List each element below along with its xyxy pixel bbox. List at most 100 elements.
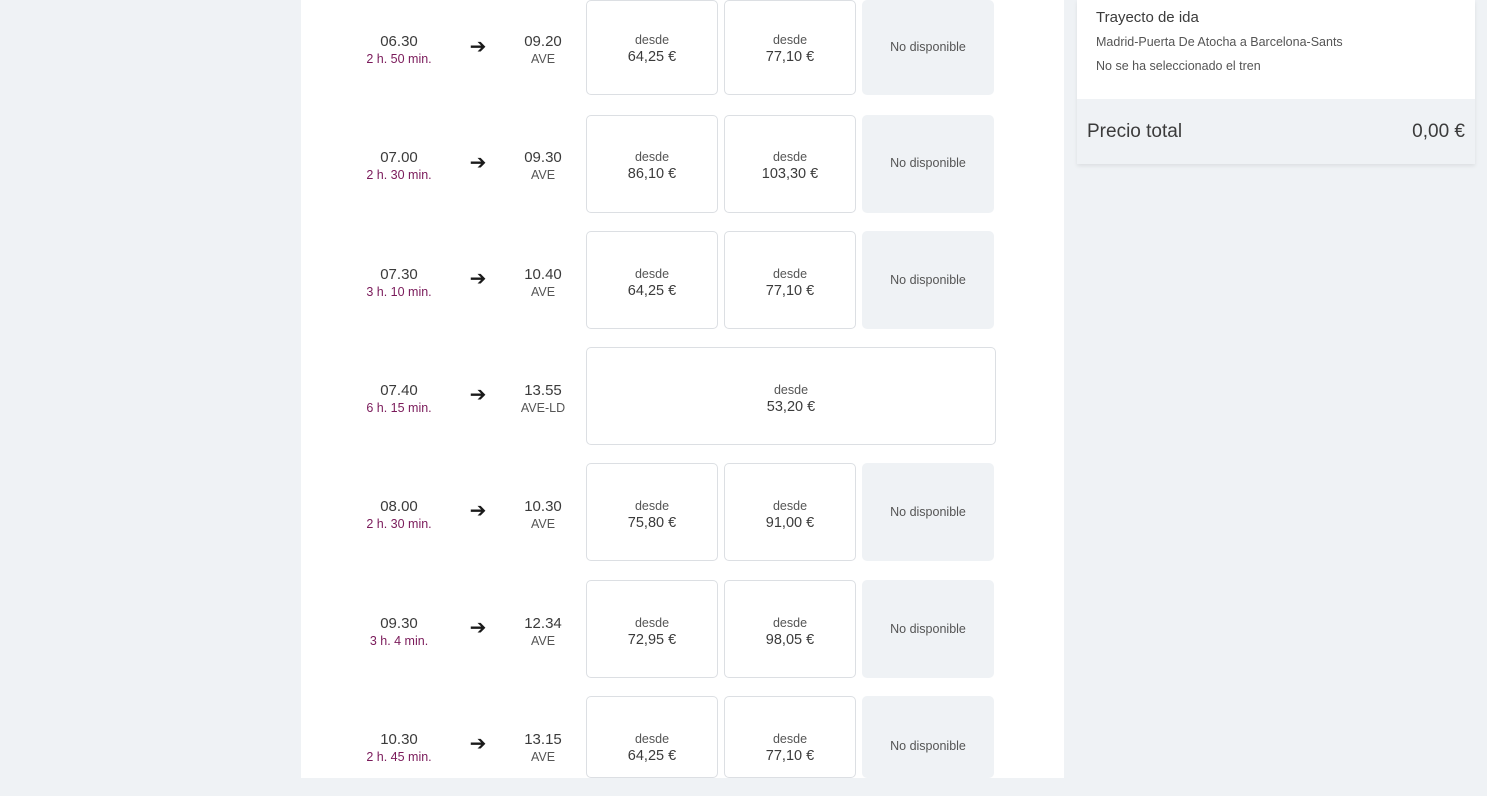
fare-option-elige[interactable]: desde 103,30 € — [724, 115, 856, 213]
trip-duration: 2 h. 50 min. — [366, 52, 432, 66]
right-arrow-icon: ➔ — [469, 733, 487, 755]
arrival-block: 12.34 AVE — [513, 615, 573, 649]
fare-option-elige[interactable]: desde 77,10 € — [724, 696, 856, 778]
fare-label: desde — [772, 267, 808, 281]
trip-row: 06.30 2 h. 50 min. ➔ 09.20 AVE desde 64,… — [301, 0, 1064, 100]
fare-option-unavailable: No disponible — [862, 231, 994, 329]
fare-option-unavailable: No disponible — [862, 115, 994, 213]
fare-price: 64,25 € — [627, 283, 677, 299]
fare-option-basic[interactable]: desde 64,25 € — [586, 696, 718, 778]
fare-option-unavailable: No disponible — [862, 696, 994, 778]
summary-route: Madrid-Puerta De Atocha a Barcelona-Sant… — [1096, 35, 1343, 49]
fare-price: 91,00 € — [765, 515, 815, 531]
fare-price: 86,10 € — [627, 166, 677, 182]
arrival-block: 09.30 AVE — [513, 149, 573, 183]
train-type: AVE-LD — [520, 401, 566, 415]
fare-label: desde — [772, 616, 808, 630]
fare-option-unavailable: No disponible — [862, 580, 994, 678]
departure-time: 08.00 — [380, 498, 418, 515]
departure-time: 09.30 — [380, 615, 418, 632]
trip-row: 07.30 3 h. 10 min. ➔ 10.40 AVE desde 64,… — [301, 231, 1064, 331]
right-arrow-icon: ➔ — [469, 152, 487, 174]
arrival-time: 12.34 — [524, 615, 562, 632]
departure-block: 07.40 6 h. 15 min. — [349, 382, 449, 416]
departure-block: 07.00 2 h. 30 min. — [349, 149, 449, 183]
fare-label: desde — [634, 150, 670, 164]
unavailable-label: No disponible — [890, 156, 966, 170]
fare-option-basic[interactable]: desde 86,10 € — [586, 115, 718, 213]
fare-price: 77,10 € — [765, 283, 815, 299]
departure-block: 08.00 2 h. 30 min. — [349, 498, 449, 532]
fare-price: 103,30 € — [761, 166, 819, 182]
arrival-block: 10.40 AVE — [513, 266, 573, 300]
fare-option-elige[interactable]: desde 98,05 € — [724, 580, 856, 678]
train-type: AVE — [530, 634, 556, 648]
fare-price: 98,05 € — [765, 632, 815, 648]
fare-option-unavailable: No disponible — [862, 463, 994, 561]
fare-option-elige[interactable]: desde 77,10 € — [724, 0, 856, 95]
arrival-time: 10.40 — [524, 266, 562, 283]
fare-label: desde — [634, 732, 670, 746]
train-type: AVE — [530, 285, 556, 299]
departure-block: 07.30 3 h. 10 min. — [349, 266, 449, 300]
summary-status: No se ha seleccionado el tren — [1096, 59, 1261, 73]
fare-option-elige[interactable]: desde 77,10 € — [724, 231, 856, 329]
fare-option-elige[interactable]: desde 91,00 € — [724, 463, 856, 561]
trip-duration: 2 h. 45 min. — [366, 750, 432, 764]
fare-option-basic[interactable]: desde 72,95 € — [586, 580, 718, 678]
train-type: AVE — [530, 517, 556, 531]
fare-label: desde — [772, 150, 808, 164]
arrival-time: 13.15 — [524, 731, 562, 748]
fare-option-basic[interactable]: desde 64,25 € — [586, 0, 718, 95]
trip-row: 07.00 2 h. 30 min. ➔ 09.30 AVE desde 86,… — [301, 115, 1064, 215]
right-arrow-icon: ➔ — [469, 384, 487, 406]
unavailable-label: No disponible — [890, 739, 966, 753]
trip-row: 09.30 3 h. 4 min. ➔ 12.34 AVE desde 72,9… — [301, 580, 1064, 680]
fare-price: 77,10 € — [765, 49, 815, 65]
trip-duration: 2 h. 30 min. — [366, 168, 432, 182]
fare-option-basic[interactable]: desde 64,25 € — [586, 231, 718, 329]
fare-option-unavailable: No disponible — [862, 0, 994, 95]
trip-duration: 3 h. 4 min. — [369, 634, 429, 648]
fare-label: desde — [634, 267, 670, 281]
departure-block: 09.30 3 h. 4 min. — [349, 615, 449, 649]
right-arrow-icon: ➔ — [469, 500, 487, 522]
departure-time: 07.40 — [380, 382, 418, 399]
trip-row: 10.30 2 h. 45 min. ➔ 13.15 AVE desde 64,… — [301, 696, 1064, 796]
fare-price: 53,20 € — [766, 399, 816, 415]
fare-price: 64,25 € — [627, 748, 677, 764]
arrival-time: 13.55 — [524, 382, 562, 399]
departure-block: 06.30 2 h. 50 min. — [349, 33, 449, 67]
fare-label: desde — [772, 499, 808, 513]
fare-price: 64,25 € — [627, 49, 677, 65]
departure-time: 06.30 — [380, 33, 418, 50]
fare-price: 77,10 € — [765, 748, 815, 764]
fare-option-single[interactable]: desde 53,20 € — [586, 347, 996, 445]
arrival-block: 10.30 AVE — [513, 498, 573, 532]
arrival-time: 09.20 — [524, 33, 562, 50]
total-price-value: 0,00 € — [1412, 121, 1465, 142]
right-arrow-icon: ➔ — [469, 268, 487, 290]
departure-time: 07.30 — [380, 266, 418, 283]
results-panel: 06.30 2 h. 50 min. ➔ 09.20 AVE desde 64,… — [301, 0, 1064, 778]
unavailable-label: No disponible — [890, 273, 966, 287]
trip-duration: 3 h. 10 min. — [366, 285, 432, 299]
trip-duration: 2 h. 30 min. — [366, 517, 432, 531]
total-price-bar: Precio total 0,00 € — [1077, 99, 1475, 164]
fare-label: desde — [634, 33, 670, 47]
fare-price: 75,80 € — [627, 515, 677, 531]
unavailable-label: No disponible — [890, 622, 966, 636]
fare-label: desde — [772, 732, 808, 746]
trip-duration: 6 h. 15 min. — [366, 401, 432, 415]
departure-block: 10.30 2 h. 45 min. — [349, 731, 449, 765]
fare-label: desde — [772, 33, 808, 47]
train-type: AVE — [530, 52, 556, 66]
arrival-block: 13.55 AVE-LD — [513, 382, 573, 416]
right-arrow-icon: ➔ — [469, 36, 487, 58]
arrival-block: 09.20 AVE — [513, 33, 573, 67]
fare-option-basic[interactable]: desde 75,80 € — [586, 463, 718, 561]
arrival-time: 10.30 — [524, 498, 562, 515]
fare-label: desde — [634, 499, 670, 513]
departure-time: 10.30 — [380, 731, 418, 748]
fare-label: desde — [773, 383, 809, 397]
